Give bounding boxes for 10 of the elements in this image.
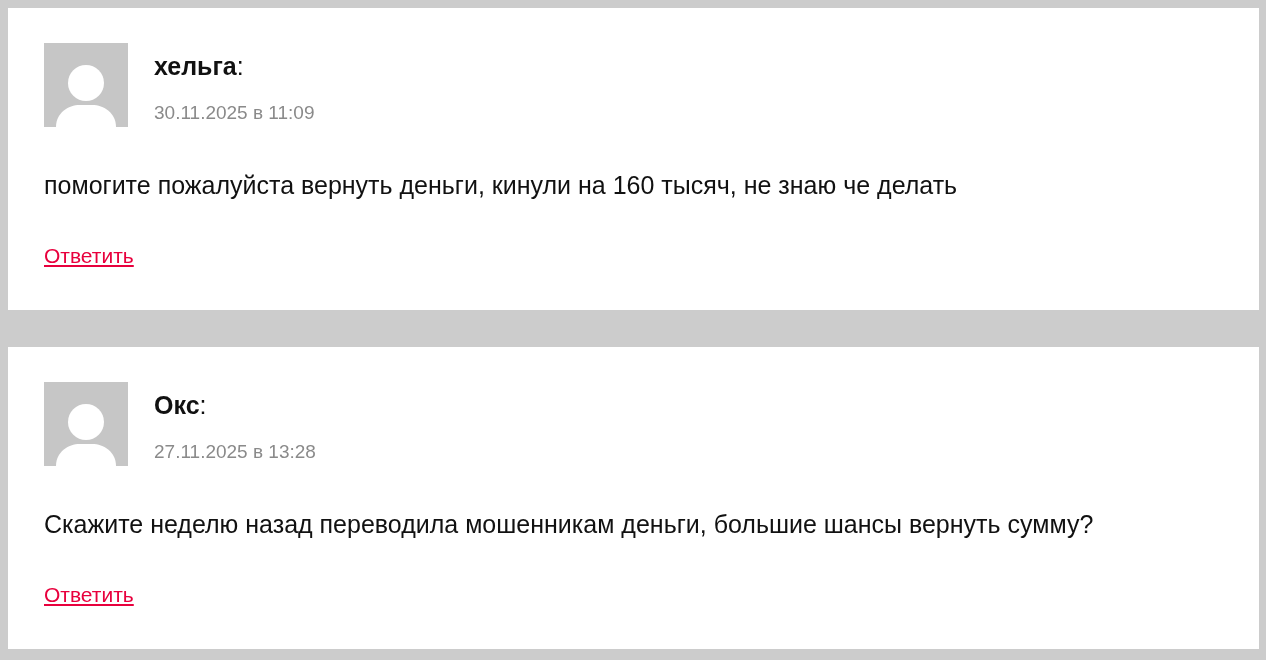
user-silhouette-icon (44, 43, 128, 127)
comment-text: помогите пожалуйста вернуть деньги, кинули на 160 тысяч, не знаю че делать (44, 171, 958, 199)
reply-link[interactable]: Ответить (44, 244, 134, 268)
comment-date: 30.11.2025 в 11:09 (154, 103, 315, 123)
user-silhouette-icon (44, 382, 128, 466)
comment-date: 27.11.2025 в 13:28 (154, 442, 316, 462)
comment-text: Скажите неделю назад переводила мошенникам деньги, большие шансы вернуть сумму? (44, 510, 1094, 538)
comment-author: хельга: (154, 53, 244, 79)
comment-author: Окс: (154, 392, 207, 418)
reply-link[interactable]: Ответить (44, 583, 134, 607)
